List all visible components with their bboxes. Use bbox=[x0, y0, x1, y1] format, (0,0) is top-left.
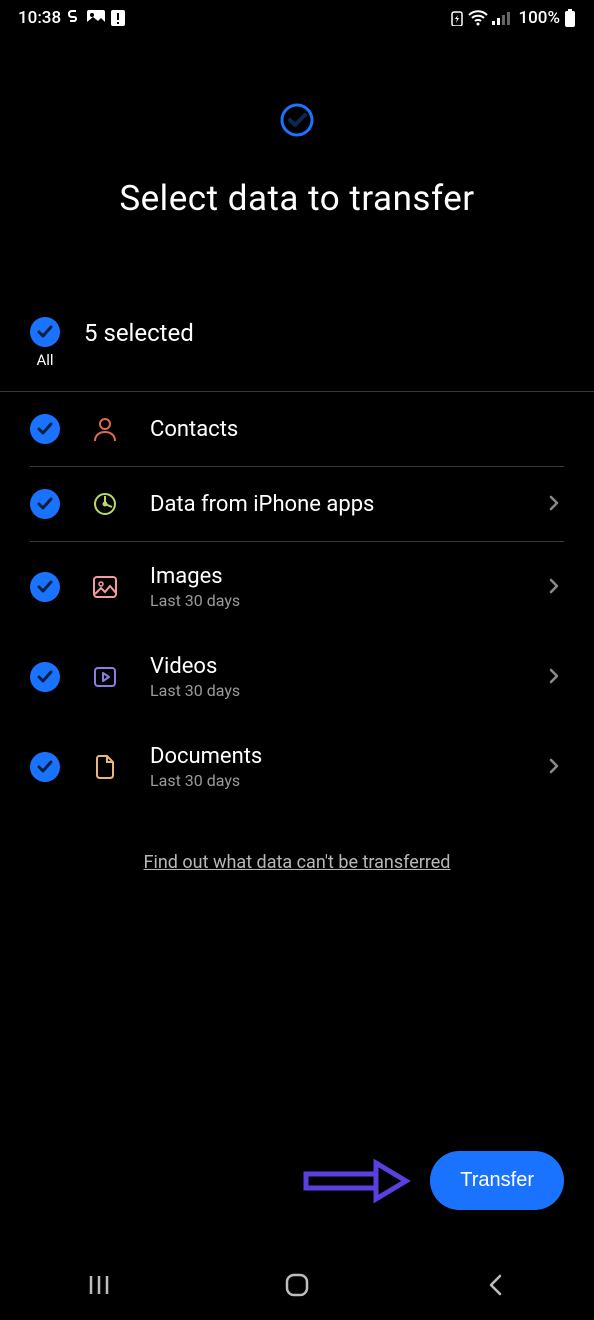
transfer-button[interactable]: Transfer bbox=[430, 1151, 564, 1210]
apps-data-icon bbox=[90, 489, 120, 519]
item-subtitle: Last 30 days bbox=[150, 681, 516, 700]
list-item-contacts[interactable]: Contacts bbox=[30, 392, 564, 467]
page-header: Select data to transfer bbox=[0, 102, 594, 219]
item-text: Data from iPhone apps bbox=[150, 492, 516, 517]
chevron-right-icon bbox=[546, 668, 564, 686]
item-text: Videos Last 30 days bbox=[150, 654, 516, 700]
list-item-videos[interactable]: Videos Last 30 days bbox=[30, 632, 564, 722]
status-time: 10:38 bbox=[18, 8, 61, 28]
item-title: Documents bbox=[150, 744, 516, 769]
check-icon[interactable] bbox=[30, 489, 60, 519]
status-left: 10:38 bbox=[18, 8, 125, 28]
photo-icon bbox=[87, 10, 105, 26]
chevron-right-icon bbox=[546, 495, 564, 513]
chevron-right-icon bbox=[546, 578, 564, 596]
item-title: Images bbox=[150, 564, 516, 589]
list-item-images[interactable]: Images Last 30 days bbox=[30, 542, 564, 632]
contacts-icon bbox=[90, 414, 120, 444]
chevron-right-icon bbox=[546, 758, 564, 776]
page-title: Select data to transfer bbox=[0, 178, 594, 219]
nav-back-button[interactable] bbox=[465, 1265, 525, 1305]
item-text: Images Last 30 days bbox=[150, 564, 516, 610]
check-icon[interactable] bbox=[30, 662, 60, 692]
item-text: Contacts bbox=[150, 417, 564, 442]
videos-icon bbox=[90, 662, 120, 692]
select-all-check-icon[interactable] bbox=[30, 317, 60, 347]
item-subtitle: Last 30 days bbox=[150, 591, 516, 610]
app-status-icon-s bbox=[67, 10, 81, 26]
check-icon[interactable] bbox=[30, 752, 60, 782]
nav-recents-button[interactable] bbox=[69, 1265, 129, 1305]
info-link[interactable]: Find out what data can't be transferred bbox=[0, 852, 594, 873]
list-item-iphone-apps[interactable]: Data from iPhone apps bbox=[30, 467, 564, 542]
charge-icon bbox=[450, 10, 464, 26]
header-check-icon bbox=[279, 102, 315, 138]
select-all-row[interactable]: All 5 selected bbox=[0, 299, 594, 392]
item-title: Contacts bbox=[150, 417, 564, 442]
item-text: Documents Last 30 days bbox=[150, 744, 516, 790]
annotation-arrow-icon bbox=[302, 1157, 412, 1205]
item-title: Videos bbox=[150, 654, 516, 679]
documents-icon bbox=[90, 752, 120, 782]
item-subtitle: Last 30 days bbox=[150, 771, 516, 790]
data-category-list: Contacts Data from iPhone apps Images La… bbox=[0, 392, 594, 812]
wifi-icon bbox=[468, 10, 488, 26]
check-icon[interactable] bbox=[30, 572, 60, 602]
alert-icon bbox=[111, 10, 125, 26]
select-all-label: All bbox=[36, 351, 53, 369]
nav-home-button[interactable] bbox=[267, 1265, 327, 1305]
status-right: 100% bbox=[450, 8, 576, 28]
status-bar: 10:38 100% bbox=[0, 0, 594, 32]
nav-bar bbox=[0, 1250, 594, 1320]
check-icon[interactable] bbox=[30, 414, 60, 444]
signal-icon bbox=[492, 11, 510, 25]
battery-icon bbox=[564, 9, 576, 27]
selected-count: 5 selected bbox=[84, 319, 194, 347]
images-icon bbox=[90, 572, 120, 602]
battery-percent: 100% bbox=[518, 8, 560, 28]
list-item-documents[interactable]: Documents Last 30 days bbox=[30, 722, 564, 812]
item-title: Data from iPhone apps bbox=[150, 492, 516, 517]
select-all-control[interactable]: All bbox=[30, 317, 60, 369]
bottom-area: Transfer bbox=[302, 1151, 564, 1210]
